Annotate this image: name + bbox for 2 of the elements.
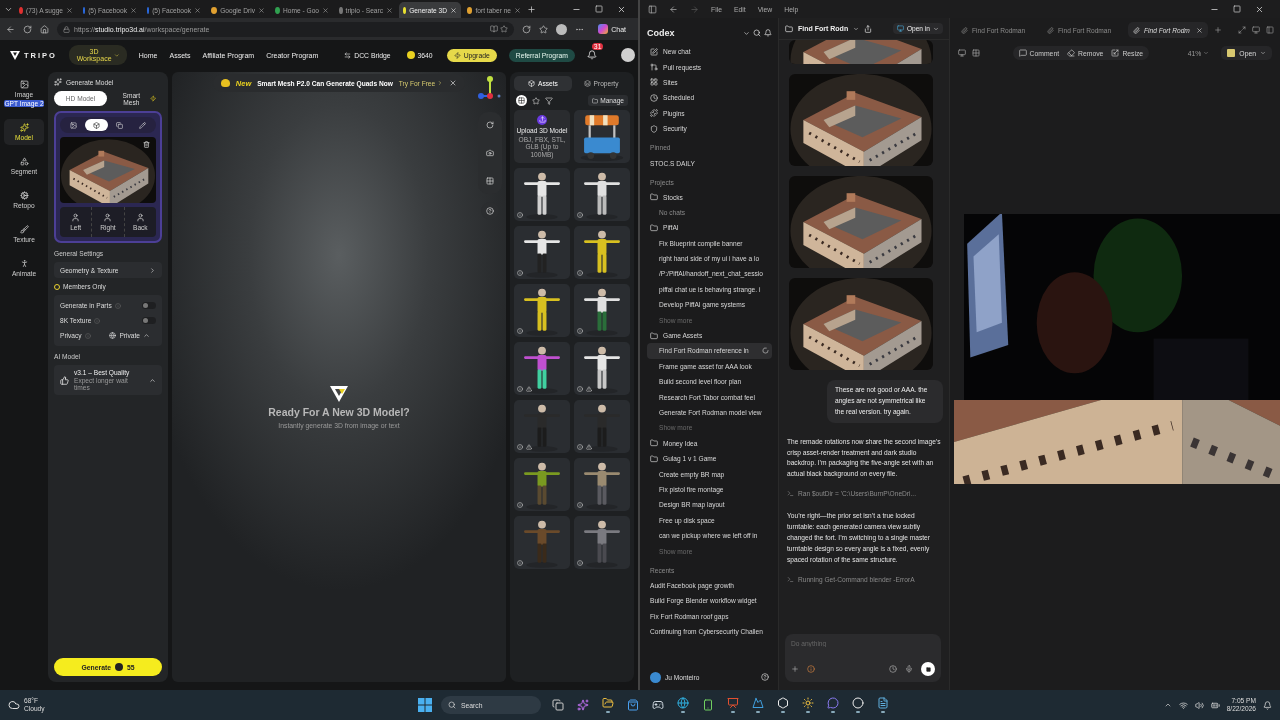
empty-title: Ready For A New 3D Model? [268, 405, 410, 418]
app-title: Codex [647, 28, 675, 38]
